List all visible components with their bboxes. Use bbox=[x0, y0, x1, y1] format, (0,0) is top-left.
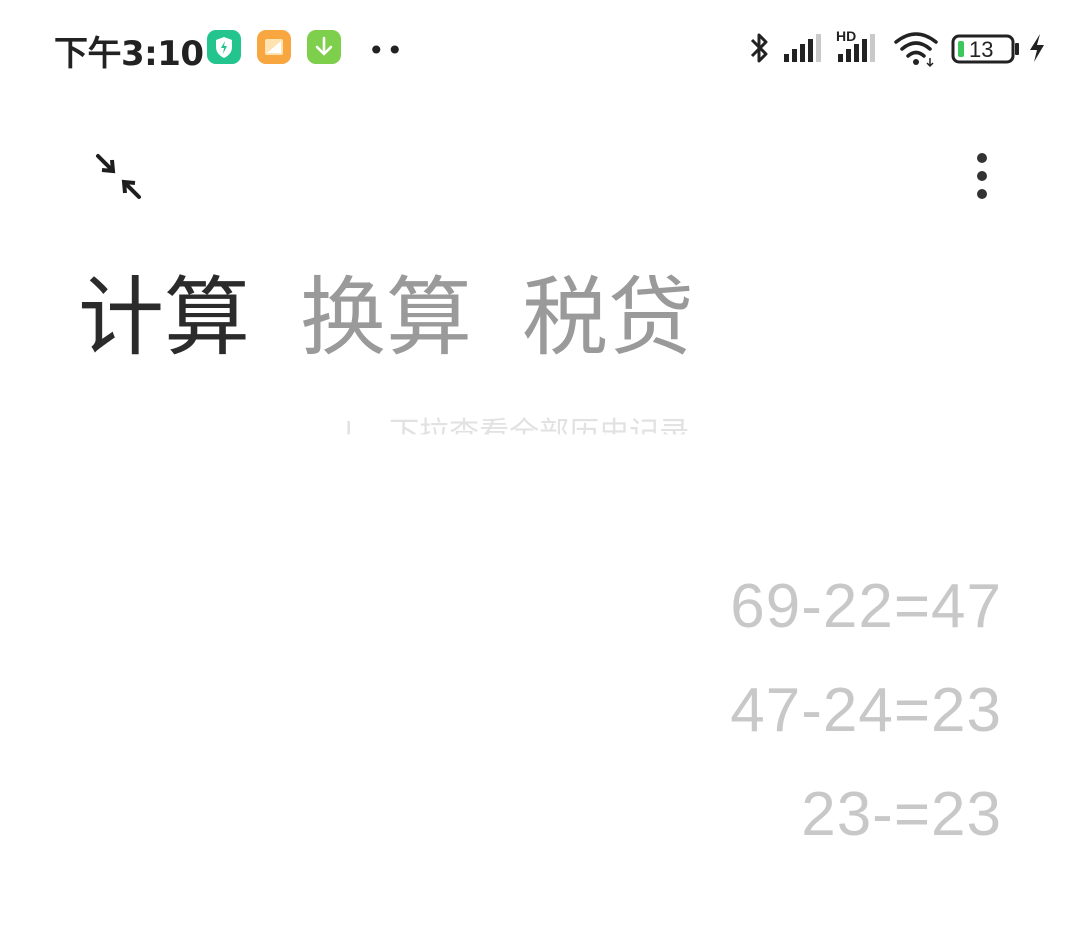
battery-icon: 13 bbox=[951, 34, 1019, 64]
status-time: 下午3:10 bbox=[54, 34, 204, 74]
security-app-icon bbox=[207, 30, 241, 64]
download-app-icon bbox=[307, 30, 341, 64]
battery-level: 13 bbox=[969, 37, 993, 62]
gallery-app-icon bbox=[257, 30, 291, 64]
tab-calculate[interactable]: 计算 bbox=[78, 268, 250, 368]
history-item[interactable]: 23-=23 bbox=[730, 763, 1002, 867]
history-item[interactable]: 47-24=23 bbox=[730, 659, 1002, 763]
status-bar: 下午3:10 •• HD 13 bbox=[0, 0, 1080, 96]
more-notifications-dots: •• bbox=[368, 34, 406, 67]
pull-hint-label: 下拉查看全部历史记录 bbox=[389, 416, 690, 451]
tab-tax-loan[interactable]: 税贷 bbox=[522, 268, 694, 368]
collapse-arrows-icon[interactable] bbox=[94, 152, 144, 202]
more-vertical-icon[interactable] bbox=[970, 150, 994, 206]
wifi-icon bbox=[894, 32, 938, 68]
arrow-down-icon: ↓ bbox=[336, 416, 362, 451]
charging-bolt-icon bbox=[1030, 34, 1044, 62]
history-item[interactable]: 69-22=47 bbox=[730, 555, 1002, 659]
tab-convert[interactable]: 换算 bbox=[300, 268, 472, 368]
signal-strength-icon bbox=[784, 34, 821, 62]
bluetooth-icon bbox=[750, 33, 768, 63]
pull-down-history-hint: ↓ 下拉查看全部历史记录 bbox=[336, 408, 690, 451]
signal-hd-icon: HD bbox=[836, 28, 882, 68]
mode-tabs: 计算 换算 税贷 bbox=[78, 268, 744, 368]
calculation-history: 69-22=47 47-24=23 23-=23 bbox=[730, 555, 1002, 867]
